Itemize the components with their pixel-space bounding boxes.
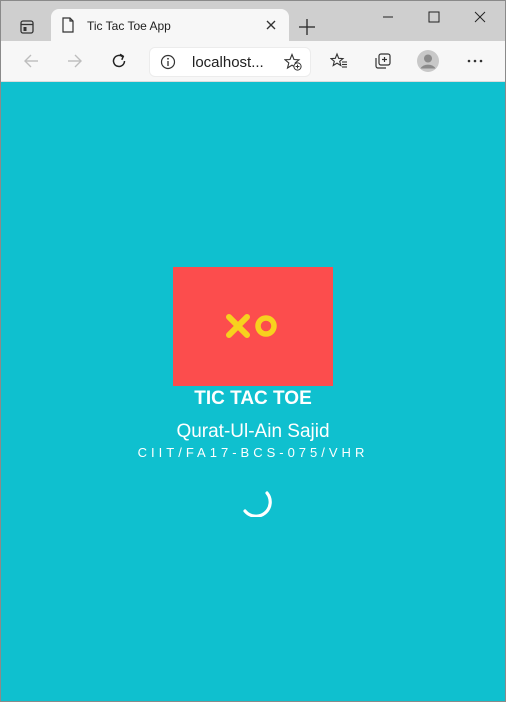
refresh-icon[interactable] — [107, 49, 131, 73]
forward-arrow-icon[interactable] — [63, 49, 87, 73]
more-icon[interactable] — [463, 49, 487, 73]
profile-icon[interactable] — [416, 49, 440, 73]
title-bar: Tic Tac Toe App — [1, 1, 505, 43]
loading-spinner-icon — [243, 491, 272, 517]
tab-title: Tic Tac Toe App — [87, 19, 171, 33]
minimize-icon[interactable] — [365, 1, 411, 33]
app-title: TIC TAC TOE — [194, 388, 312, 409]
app-logo — [173, 267, 333, 386]
back-arrow-icon[interactable] — [19, 49, 43, 73]
close-window-icon[interactable] — [457, 1, 503, 33]
browser-toolbar: localhost... — [1, 41, 505, 82]
add-favorite-icon[interactable] — [284, 53, 302, 71]
collections-icon[interactable] — [371, 49, 395, 73]
browser-tab[interactable]: Tic Tac Toe App — [51, 9, 289, 43]
info-icon[interactable] — [160, 54, 176, 70]
maximize-icon[interactable] — [411, 1, 457, 33]
author-name: Qurat-Ul-Ain Sajid — [176, 421, 330, 442]
tic-tac-toe-logo-icon — [226, 313, 277, 338]
browser-window: Tic Tac Toe App localhost... TIC TAC TOE… — [0, 0, 506, 702]
address-bar[interactable]: localhost... — [149, 47, 311, 77]
page-icon — [62, 17, 74, 33]
favorites-icon[interactable] — [327, 49, 351, 73]
close-icon[interactable] — [263, 17, 279, 33]
tab-actions-icon[interactable] — [13, 13, 41, 41]
registration-number: CIIT/FA17-BCS-075/VHR — [137, 445, 369, 460]
plus-icon[interactable] — [295, 15, 319, 39]
splash-screen: TIC TAC TOE Qurat-Ul-Ain Sajid CIIT/FA17… — [1, 82, 505, 701]
address-url[interactable]: localhost... — [192, 54, 264, 71]
